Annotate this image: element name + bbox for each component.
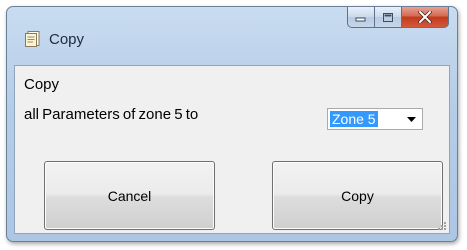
close-button[interactable] <box>402 7 449 28</box>
minimize-button[interactable] <box>347 7 375 28</box>
maximize-button[interactable] <box>375 7 402 28</box>
chevron-down-icon[interactable] <box>404 111 419 127</box>
maximize-icon <box>383 12 393 22</box>
close-icon <box>418 11 432 23</box>
target-zone-value: Zone 5 <box>330 111 378 127</box>
dialog-body: Copy all Parameters of zone 5 to Zone 5 … <box>14 65 450 234</box>
resize-grip-icon[interactable] <box>436 220 447 231</box>
minimize-icon <box>355 17 366 22</box>
caption-buttons <box>347 7 449 28</box>
copy-source-label: all Parameters of zone 5 to <box>24 106 199 123</box>
copy-button[interactable]: Copy <box>272 161 443 230</box>
copy-dialog-window: Copy Copy all Parameters of zone 5 to Zo… <box>6 6 458 242</box>
cancel-button[interactable]: Cancel <box>44 161 215 230</box>
title-bar[interactable]: Copy <box>7 7 457 65</box>
document-icon <box>25 31 40 47</box>
dialog-heading: Copy <box>24 76 60 93</box>
target-zone-dropdown[interactable]: Zone 5 <box>327 108 423 130</box>
window-title: Copy <box>49 31 85 48</box>
screen: Copy Copy all Parameters of zone 5 to Zo… <box>0 0 467 250</box>
